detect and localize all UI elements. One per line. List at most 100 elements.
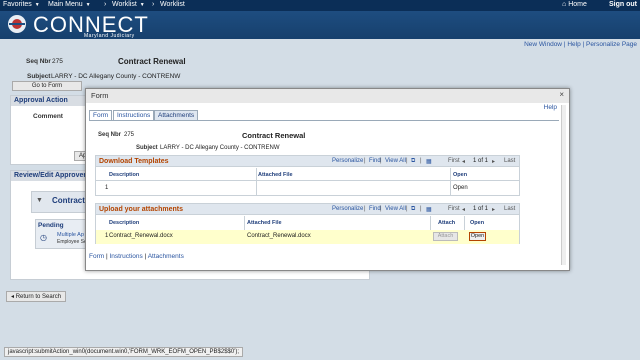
- collapse-icon[interactable]: ▼: [36, 197, 43, 204]
- column-header: Attached File: [258, 172, 293, 178]
- description-cell: Contract_Renewal.docx: [109, 233, 173, 239]
- breadcrumb-arrow: ›: [152, 1, 155, 8]
- col-divider: [464, 216, 465, 230]
- download-icon[interactable]: ▦: [426, 206, 432, 213]
- breadcrumb-arrow: ›: [104, 1, 107, 8]
- approval-action-section: Approval Action Comment Ap: [10, 95, 92, 165]
- personalize-link[interactable]: Personalize: [332, 206, 363, 212]
- last-label: Last: [504, 158, 516, 164]
- employee-text: Employee Se: [57, 239, 87, 245]
- modal-title: Form: [91, 91, 109, 100]
- row-number: 1: [105, 185, 109, 191]
- separator: |: [420, 158, 422, 164]
- subject-label: Subject: [27, 73, 51, 80]
- next-icon[interactable]: ▸: [492, 158, 495, 165]
- table-row: 1 Contract_Renewal.docx Contract_Renewal…: [96, 230, 519, 244]
- separator: |: [144, 253, 147, 260]
- chevron-down-icon: ▼: [139, 2, 145, 8]
- first-label: First: [448, 206, 460, 212]
- col-divider: [256, 168, 257, 196]
- comment-label: Comment: [33, 113, 63, 120]
- close-icon[interactable]: ×: [559, 90, 564, 99]
- row-range: 1 of 1: [473, 158, 489, 164]
- open-cell: Open: [453, 185, 468, 191]
- page-links: New Window | Help | Personalize Page: [524, 41, 637, 48]
- prev-icon[interactable]: ◂: [462, 206, 465, 213]
- return-to-search-button[interactable]: ◂ Return to Search: [6, 291, 67, 302]
- separator: |: [582, 41, 585, 48]
- row-number: 1: [105, 233, 109, 239]
- modal-help-link[interactable]: Help: [544, 104, 557, 111]
- tab-instructions[interactable]: Instructions: [113, 110, 155, 120]
- tab-form[interactable]: Form: [89, 110, 113, 120]
- separator: |: [105, 253, 108, 260]
- tab-divider: [89, 120, 559, 121]
- new-window-link[interactable]: New Window: [524, 41, 562, 48]
- last-label: Last: [504, 206, 516, 212]
- seq-label: Seq Nbr: [26, 58, 51, 65]
- go-to-form-button[interactable]: Go to Form: [12, 81, 82, 91]
- arrow-left-icon: ◂: [11, 294, 15, 300]
- chevron-down-icon: ▼: [85, 2, 91, 8]
- next-icon[interactable]: ▸: [492, 206, 495, 213]
- col-divider: [430, 216, 431, 230]
- help-link[interactable]: Help: [567, 41, 580, 48]
- worklist-link[interactable]: Worklist: [160, 1, 185, 8]
- favorites-menu[interactable]: Favorites ▼: [3, 1, 40, 8]
- grid-title: Upload your attachments: [99, 206, 184, 213]
- attached-file-cell: Contract_Renewal.docx: [247, 233, 311, 239]
- modal-seq-value: 275: [124, 132, 135, 138]
- seq-value: 275: [52, 58, 63, 65]
- footer-attachments-link[interactable]: Attachments: [148, 253, 184, 260]
- zoom-icon[interactable]: ⧉: [411, 206, 415, 213]
- column-header: Open: [453, 172, 468, 178]
- tab-attachments[interactable]: Attachments: [154, 110, 199, 120]
- clock-icon: ◷: [40, 233, 47, 242]
- personalize-link[interactable]: Personalize: [332, 158, 363, 164]
- footer-instructions-link[interactable]: Instructions: [110, 253, 143, 260]
- separator: |: [364, 206, 366, 212]
- header-banner: CONNECT Maryland Judiciary: [0, 11, 640, 39]
- view-all-link[interactable]: View All: [385, 206, 406, 212]
- multiple-approvers-link[interactable]: Multiple Ap: [57, 232, 84, 238]
- separator: |: [406, 158, 408, 164]
- row-range: 1 of 1: [473, 206, 489, 212]
- row-divider: [96, 180, 519, 181]
- pending-label: Pending: [38, 222, 64, 229]
- separator: |: [380, 158, 382, 164]
- main-menu[interactable]: Main Menu ▼: [48, 1, 91, 8]
- grid-title: Download Templates: [99, 158, 169, 165]
- subject-value: LARRY - DC Allegany County - CONTRENW: [51, 73, 181, 80]
- modal-scrollbar[interactable]: [561, 105, 566, 265]
- personalize-page-link[interactable]: Personalize Page: [586, 41, 637, 48]
- worklist-menu[interactable]: Worklist ▼: [112, 1, 145, 8]
- upload-attachments-grid: Upload your attachments Personalize | Fi…: [95, 203, 520, 244]
- footer-form-link[interactable]: Form: [89, 253, 104, 260]
- first-label: First: [448, 158, 460, 164]
- zoom-icon[interactable]: ⧉: [411, 158, 415, 165]
- status-bar: javascript:submitAction_win0(document.wi…: [4, 347, 244, 357]
- grid-header: Upload your attachments Personalize | Fi…: [96, 204, 519, 215]
- find-link[interactable]: Find: [369, 158, 381, 164]
- separator: |: [420, 206, 422, 212]
- grid-header: Download Templates Personalize | Find | …: [96, 156, 519, 167]
- open-button[interactable]: Open: [469, 232, 486, 241]
- modal-subject-value: LARRY - DC Allegany County - CONTRENW: [160, 145, 280, 151]
- find-link[interactable]: Find: [369, 206, 381, 212]
- approval-path-box: ▼ Contract: [31, 191, 91, 213]
- separator: |: [380, 206, 382, 212]
- pending-box: Pending ◷ Multiple Ap Employee Se: [35, 219, 91, 249]
- column-header: Attached File: [247, 220, 282, 226]
- col-divider: [244, 216, 245, 230]
- col-divider: [450, 168, 451, 196]
- signout-link[interactable]: Sign out: [609, 1, 637, 8]
- separator: |: [406, 206, 408, 212]
- home-link[interactable]: ⌂ Home: [562, 1, 587, 8]
- prev-icon[interactable]: ◂: [462, 158, 465, 165]
- separator: |: [364, 158, 366, 164]
- home-icon: ⌂: [562, 1, 567, 8]
- attach-button[interactable]: Attach: [433, 232, 458, 241]
- view-all-link[interactable]: View All: [385, 158, 406, 164]
- download-icon[interactable]: ▦: [426, 158, 432, 165]
- modal-heading: Contract Renewal: [242, 131, 306, 140]
